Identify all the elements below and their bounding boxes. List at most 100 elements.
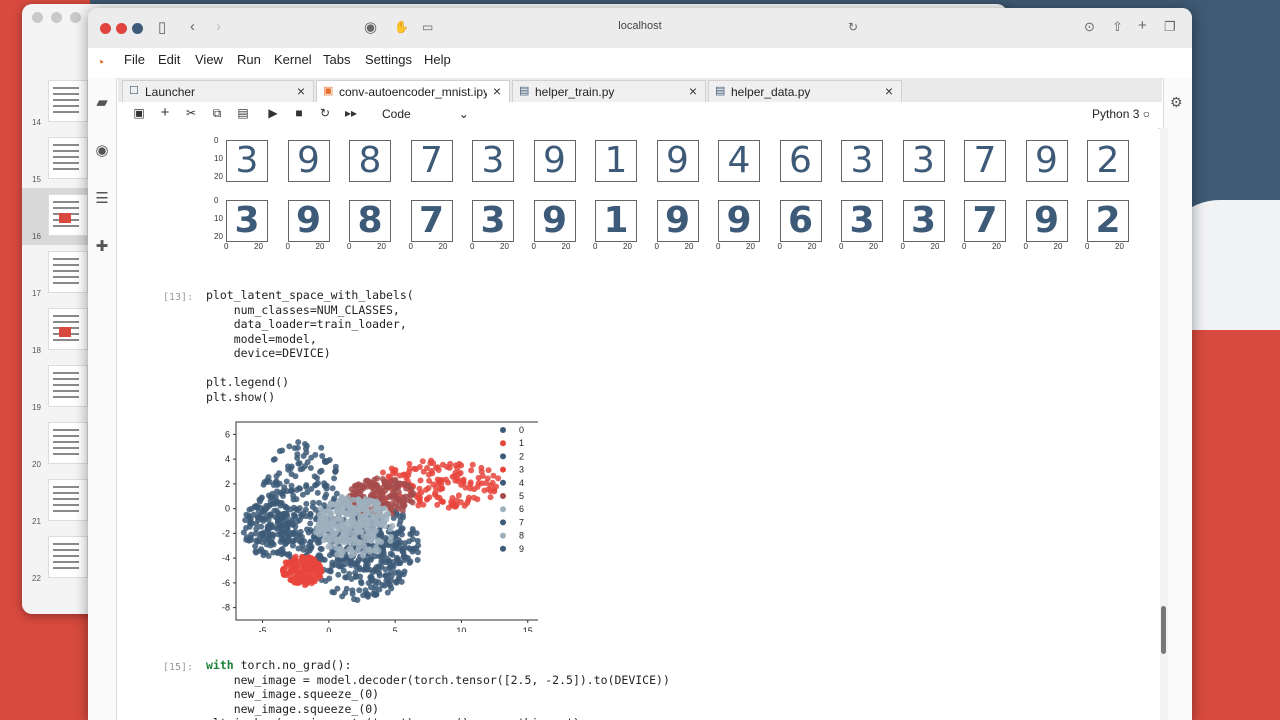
tab-2[interactable]: ▤ helper_train.py × bbox=[512, 80, 706, 103]
scatter-point-1 bbox=[388, 465, 395, 472]
table-of-contents-icon[interactable]: ☰ bbox=[93, 190, 111, 208]
tab-0[interactable]: ☐ Launcher × bbox=[122, 80, 314, 103]
address-bar[interactable]: localhost bbox=[588, 20, 692, 32]
scatter-point-8 bbox=[350, 517, 357, 524]
running-icon[interactable]: ◉ bbox=[93, 142, 111, 160]
stop-icon[interactable]: ■ bbox=[290, 106, 308, 120]
close-window-button[interactable] bbox=[100, 23, 111, 34]
close-tab-icon[interactable]: × bbox=[885, 83, 893, 99]
share-icon[interactable]: ⇧ bbox=[1112, 19, 1123, 35]
slide-thumbnail[interactable]: 15 bbox=[22, 131, 88, 188]
scatter-point-7 bbox=[284, 551, 291, 558]
scatter-point-5 bbox=[357, 488, 364, 495]
cell-type-select[interactable]: Code ⌄ bbox=[382, 107, 469, 121]
page-icon[interactable]: ▭ bbox=[422, 20, 433, 34]
reconstructed-digit-image: 9 bbox=[533, 200, 576, 242]
scatter-point-9 bbox=[414, 557, 421, 564]
scatter-point-0 bbox=[356, 587, 363, 594]
tab-3[interactable]: ▤ helper_data.py × bbox=[708, 80, 902, 103]
slide-thumbnail[interactable]: 22 bbox=[22, 530, 88, 587]
run-all-icon[interactable]: ▸▸ bbox=[342, 106, 360, 120]
scatter-point-9 bbox=[388, 573, 395, 580]
sidebar-toggle-icon[interactable]: ▯ bbox=[158, 18, 166, 36]
scatter-point-7 bbox=[279, 526, 286, 533]
digit-x-tick: 20 bbox=[1053, 242, 1063, 251]
reload-icon[interactable]: ↻ bbox=[848, 20, 858, 34]
slide-thumbnail[interactable]: 17 bbox=[22, 245, 88, 302]
property-inspector-icon[interactable]: ⚙ bbox=[1170, 94, 1183, 111]
legend-marker-3 bbox=[500, 466, 506, 473]
menu-edit[interactable]: Edit bbox=[158, 52, 180, 67]
menu-help[interactable]: Help bbox=[424, 52, 451, 67]
slide-thumbnail[interactable]: 21 bbox=[22, 473, 88, 530]
scatter-point-7 bbox=[307, 520, 314, 527]
notebook-scrollbar[interactable] bbox=[1160, 128, 1168, 720]
scatter-point-1 bbox=[418, 489, 425, 496]
slide-thumbnail[interactable]: 14 bbox=[22, 74, 88, 131]
code-line: num_classes=NUM_CLASSES, bbox=[206, 302, 400, 317]
tab-1[interactable]: ▣ conv-autoencoder_mnist.ipy × bbox=[316, 80, 510, 103]
legend-marker-2 bbox=[500, 453, 506, 460]
paste-icon[interactable]: ▤ bbox=[234, 106, 252, 120]
run-icon[interactable]: ▶ bbox=[264, 106, 282, 120]
scatter-point-1 bbox=[467, 479, 474, 486]
scatter-point-7 bbox=[287, 506, 294, 513]
code-line: plot_latent_space_with_labels( bbox=[206, 288, 414, 302]
extension-icon[interactable]: ✚ bbox=[93, 238, 111, 256]
tab-bar: ☐ Launcher × ▣ conv-autoencoder_mnist.ipy × ▤ h… bbox=[118, 78, 1162, 103]
menu-file[interactable]: File bbox=[124, 52, 145, 67]
menu-view[interactable]: View bbox=[195, 52, 223, 67]
save-icon[interactable]: ▣ bbox=[130, 106, 148, 120]
menu-run[interactable]: Run bbox=[237, 52, 261, 67]
cell-prompt: [13]: bbox=[163, 292, 194, 303]
scatter-point-3 bbox=[291, 579, 298, 586]
close-tab-icon[interactable]: × bbox=[689, 83, 697, 99]
cut-icon[interactable]: ✂ bbox=[182, 106, 200, 120]
menu-settings[interactable]: Settings bbox=[365, 52, 412, 67]
latent-space-scatter-plot: -5 0 5 10 15 6 4 2 0 -2 -4 -6 -8 0 1 2 3 4 5 6 7 8 9 bbox=[222, 421, 538, 632]
folder-icon[interactable]: ▰ bbox=[93, 94, 111, 112]
hand-icon[interactable]: ✋ bbox=[394, 20, 409, 34]
scatter-point-5 bbox=[372, 487, 379, 494]
copy-icon[interactable]: ⧉ bbox=[208, 106, 226, 121]
reconstructed-digit-image: 7 bbox=[410, 200, 453, 242]
slide-thumbnail[interactable]: 20 bbox=[22, 416, 88, 473]
menu-tabs[interactable]: Tabs bbox=[323, 52, 350, 67]
scatter-point-3 bbox=[298, 571, 305, 578]
slide-thumbnail[interactable]: 16 bbox=[22, 188, 88, 245]
forward-icon[interactable]: › bbox=[216, 18, 221, 35]
scatter-point-1 bbox=[457, 470, 464, 477]
legend-label: 9 bbox=[519, 544, 524, 554]
menu-kernel[interactable]: Kernel bbox=[274, 52, 312, 67]
python-file-icon: ▤ bbox=[715, 85, 726, 97]
shield-icon[interactable]: ◉ bbox=[364, 18, 377, 36]
scatter-point-2 bbox=[277, 489, 284, 496]
scatter-point-2 bbox=[270, 481, 277, 488]
maximize-window-button[interactable] bbox=[132, 23, 143, 34]
scatter-point-9 bbox=[382, 559, 389, 566]
close-tab-icon[interactable]: × bbox=[493, 83, 501, 99]
digit-x-tick: 0 bbox=[593, 242, 598, 251]
close-tab-icon[interactable]: × bbox=[297, 83, 305, 99]
new-tab-icon[interactable]: + bbox=[1138, 17, 1147, 34]
slide-number: 14 bbox=[32, 118, 41, 127]
legend-marker-4 bbox=[500, 479, 506, 486]
scatter-point-7 bbox=[304, 526, 311, 533]
scatter-point-2 bbox=[314, 489, 321, 496]
scatter-point-2 bbox=[307, 464, 314, 471]
download-icon[interactable]: ⊙ bbox=[1084, 19, 1095, 35]
add-cell-icon[interactable]: + bbox=[156, 104, 174, 121]
code-cell-decoder[interactable]: with torch.no_grad(): new_image = model.… bbox=[206, 658, 670, 720]
code-cell-plot-latent[interactable]: plot_latent_space_with_labels( num_class… bbox=[206, 288, 414, 404]
scatter-point-4 bbox=[267, 542, 274, 549]
slide-thumbnail[interactable]: 19 bbox=[22, 359, 88, 416]
minimize-window-button[interactable] bbox=[116, 23, 127, 34]
scatter-point-1 bbox=[452, 503, 459, 510]
kernel-status[interactable]: Python 3 ○ bbox=[1092, 107, 1150, 121]
slide-thumbnail[interactable]: 18 bbox=[22, 302, 88, 359]
notebook-content[interactable]: 3 0 10 20 9 8 7 3 9 1 9 4 6 3 3 7 9 2 3 0 10 20 0 20 9 0 20 8 0 20 7 0 2… bbox=[118, 128, 1158, 720]
digit-y-tick: 20 bbox=[214, 232, 223, 241]
back-icon[interactable]: ‹ bbox=[190, 18, 195, 35]
tab-overview-icon[interactable]: ❐ bbox=[1164, 19, 1176, 35]
restart-icon[interactable]: ↻ bbox=[316, 106, 334, 120]
